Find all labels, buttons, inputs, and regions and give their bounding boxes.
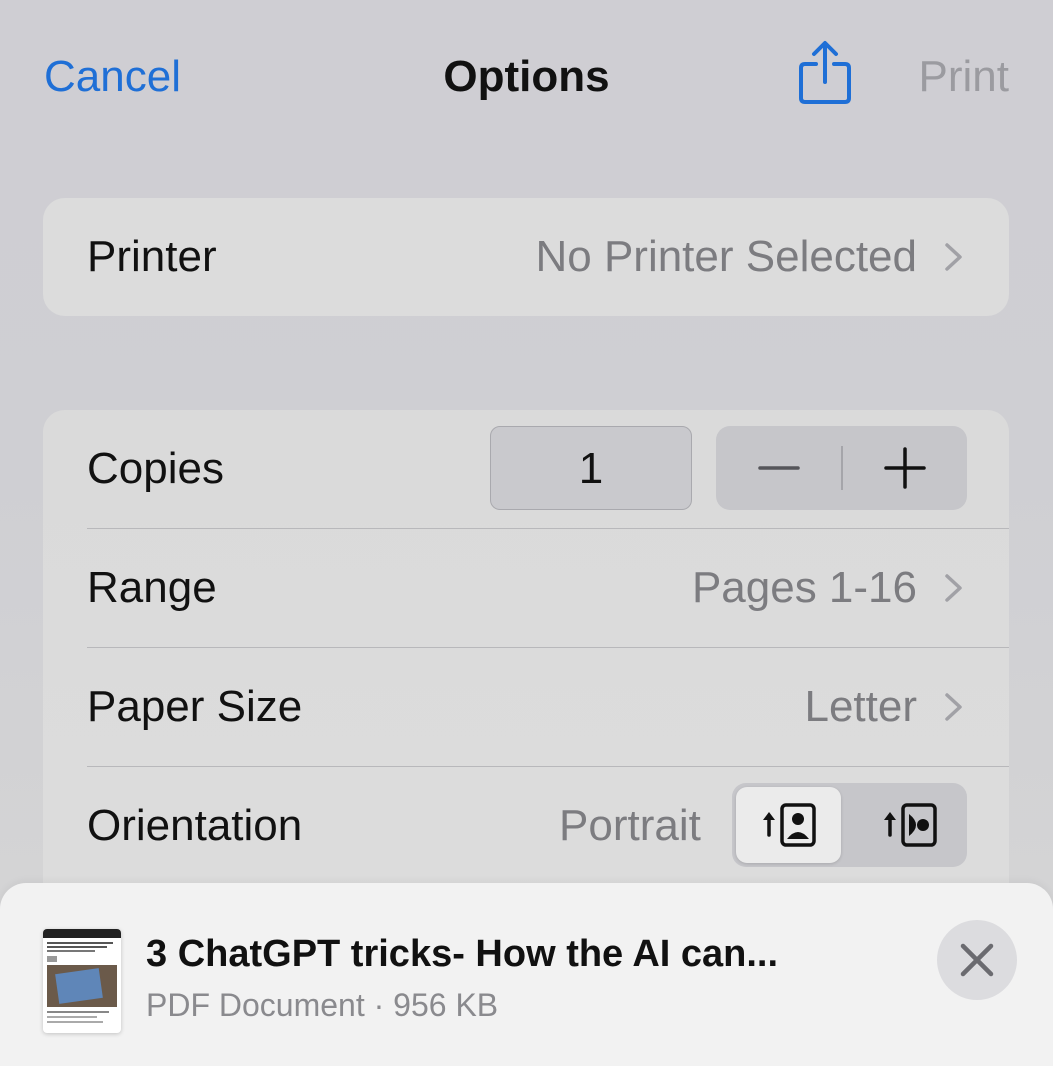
document-thumbnail — [43, 929, 121, 1033]
copies-label: Copies — [87, 444, 224, 493]
document-panel: 3 ChatGPT tricks- How the AI can... PDF … — [0, 883, 1053, 1066]
plus-icon — [884, 447, 926, 489]
orientation-label: Orientation — [87, 801, 303, 850]
nav-bar: Cancel Options Print — [0, 30, 1053, 120]
orientation-segmented-control — [732, 783, 967, 867]
paper-size-value: Letter — [804, 682, 917, 731]
close-button[interactable] — [937, 920, 1017, 1000]
portrait-orientation-icon — [763, 803, 816, 847]
range-value: Pages 1-16 — [691, 563, 917, 612]
share-button[interactable] — [797, 40, 853, 106]
copies-row: Copies 1 — [43, 410, 1009, 528]
landscape-option[interactable] — [857, 787, 962, 863]
document-preview-icon — [43, 929, 121, 1023]
page-title: Options — [443, 52, 610, 101]
range-label: Range — [87, 563, 217, 612]
copies-stepper — [716, 426, 967, 510]
close-icon — [960, 943, 994, 977]
print-options-sheet: Cancel Options Print Printer No Printer … — [0, 0, 1053, 1066]
printer-row[interactable]: Printer No Printer Selected — [43, 198, 1009, 316]
increment-button[interactable] — [842, 426, 967, 510]
document-subtitle: PDF Document · 956 KB — [146, 987, 499, 1023]
orientation-value: Portrait — [559, 801, 701, 850]
landscape-orientation-icon — [884, 803, 937, 847]
paper-size-label: Paper Size — [87, 682, 303, 731]
share-icon — [799, 41, 851, 104]
printer-label: Printer — [87, 232, 217, 281]
minus-icon — [758, 466, 800, 470]
print-button[interactable]: Print — [919, 52, 1009, 102]
chevron-right-icon — [945, 574, 962, 602]
range-row[interactable]: Range Pages 1-16 — [43, 529, 1009, 647]
document-title: 3 ChatGPT tricks- How the AI can... — [146, 933, 779, 975]
chevron-right-icon — [945, 243, 962, 271]
printer-group: Printer No Printer Selected — [43, 198, 1009, 316]
chevron-right-icon — [945, 693, 962, 721]
printer-value: No Printer Selected — [535, 232, 917, 281]
decrement-button[interactable] — [716, 426, 841, 510]
paper-size-row[interactable]: Paper Size Letter — [43, 648, 1009, 766]
copies-field[interactable]: 1 — [490, 426, 692, 510]
orientation-row: Orientation Portrait — [43, 767, 1009, 885]
portrait-option[interactable] — [736, 787, 841, 863]
